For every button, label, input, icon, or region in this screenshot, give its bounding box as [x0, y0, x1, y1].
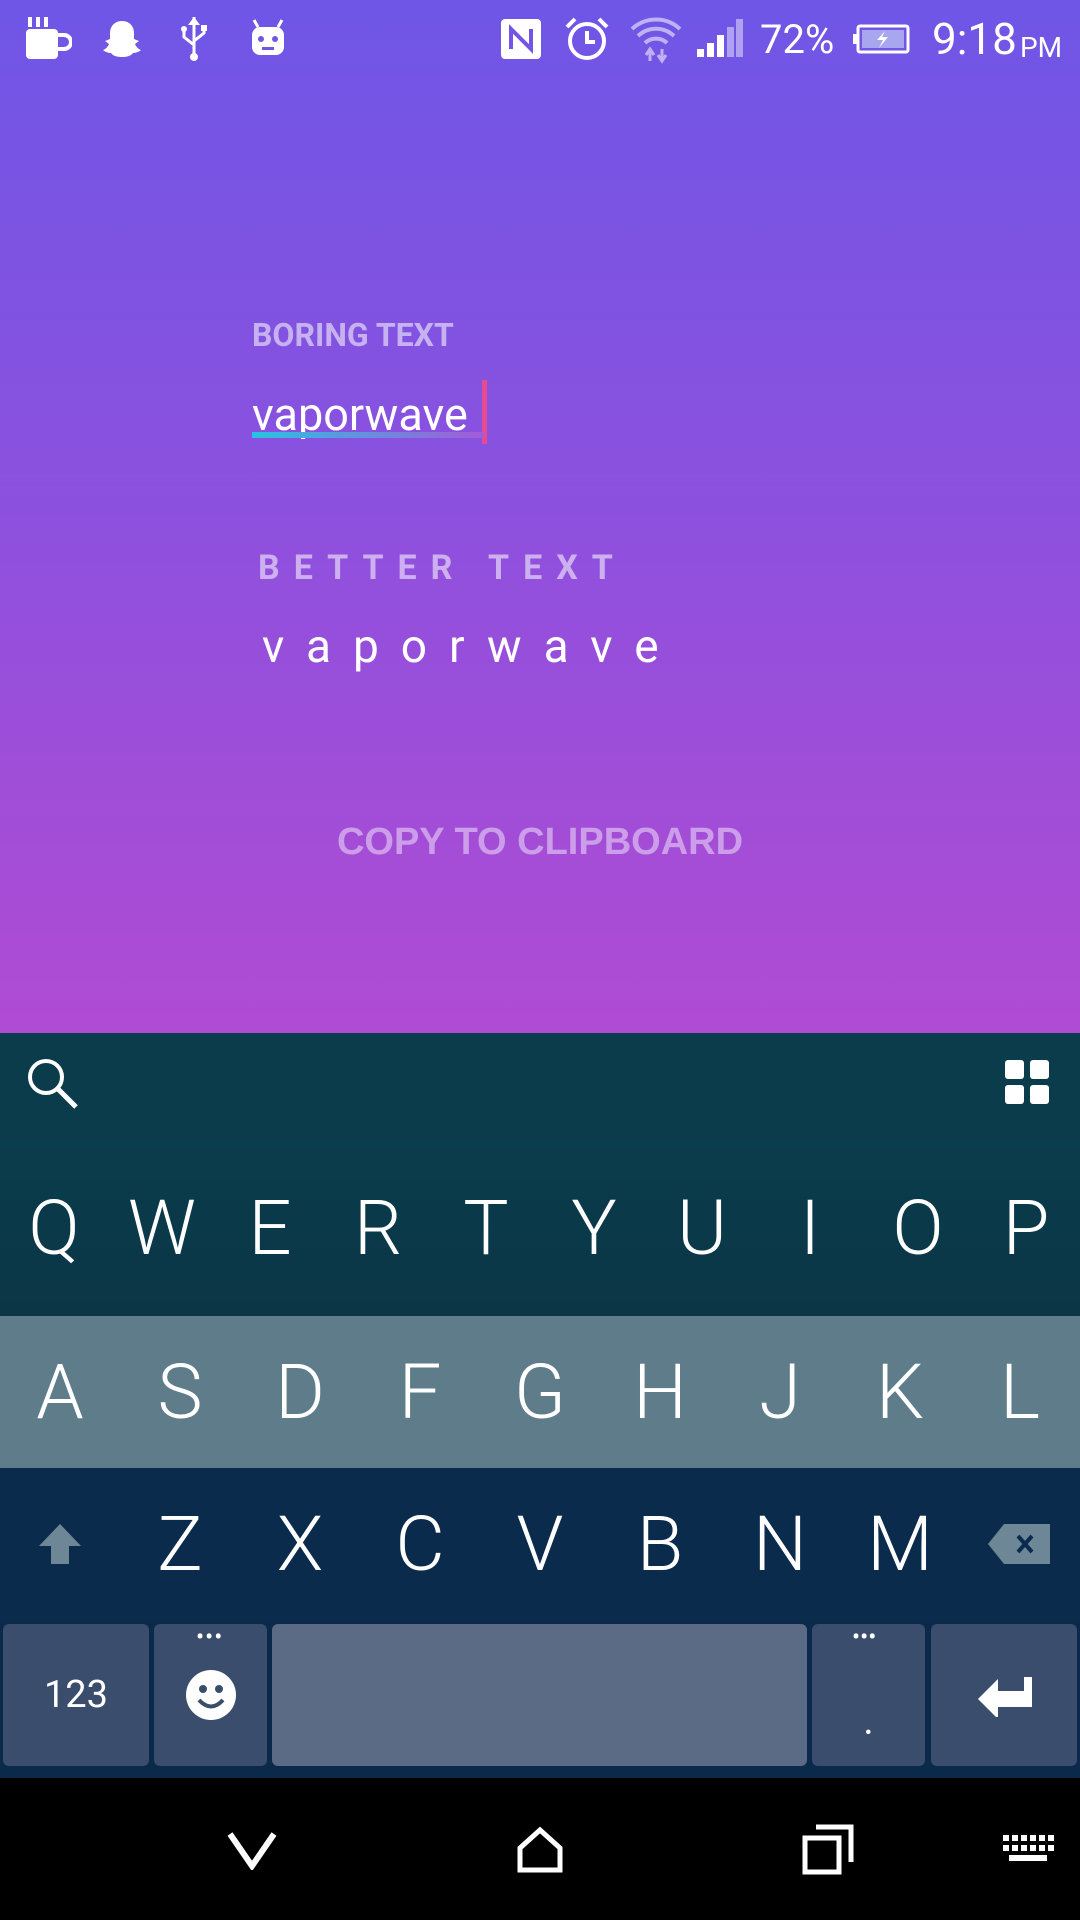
app-screen: 72% 9:18 PM BORING TEXT vaporwave BETTER…	[0, 0, 1080, 1033]
chevron-down-icon	[227, 1832, 277, 1870]
soft-keyboard: Q W E R T Y U I O P A S D F G H J K L Z …	[0, 1033, 1080, 1778]
keyboard-row-qwerty: Q W E R T Y U I O P	[0, 1139, 1080, 1316]
navigation-bar	[0, 1778, 1080, 1920]
enter-arrow-icon	[978, 1677, 1032, 1717]
smiley-icon	[185, 1670, 236, 1720]
backspace-key[interactable]	[960, 1468, 1080, 1620]
key-o[interactable]: O	[864, 1139, 972, 1316]
clock-ampm: PM	[1020, 30, 1063, 64]
key-f[interactable]: F	[360, 1316, 480, 1468]
keyboard-row-bottom: 123 ••• ••• .	[0, 1620, 1080, 1778]
nfc-icon	[498, 14, 544, 64]
backspace-icon	[988, 1524, 1050, 1564]
key-d[interactable]: D	[240, 1316, 360, 1468]
home-icon	[517, 1826, 563, 1873]
copy-to-clipboard-button[interactable]: COPY TO CLIPBOARD	[0, 820, 1080, 865]
clock-time: 9:18	[932, 13, 1017, 65]
keyboard-row-asdf: A S D F G H J K L	[0, 1316, 1080, 1468]
hide-keyboard-button[interactable]	[202, 1800, 302, 1900]
enter-key[interactable]	[931, 1624, 1077, 1766]
home-button[interactable]	[490, 1800, 590, 1900]
key-u[interactable]: U	[648, 1139, 756, 1316]
android-robot-icon	[246, 14, 290, 64]
better-text-label: BETTER TEXT	[258, 548, 627, 588]
key-a[interactable]: A	[0, 1316, 120, 1468]
key-l[interactable]: L	[960, 1316, 1080, 1468]
apps-grid-icon[interactable]	[1002, 1057, 1052, 1107]
key-v[interactable]: V	[480, 1468, 600, 1620]
coffee-cup-icon	[22, 14, 74, 64]
emoji-key[interactable]: •••	[154, 1624, 267, 1766]
keyboard-switch-button[interactable]	[978, 1800, 1078, 1900]
key-m[interactable]: M	[840, 1468, 960, 1620]
keyboard-icon	[1003, 1835, 1054, 1861]
alarm-clock-icon	[562, 14, 612, 64]
key-g[interactable]: G	[480, 1316, 600, 1468]
spacebar-key[interactable]	[272, 1624, 807, 1766]
shift-key[interactable]	[0, 1468, 120, 1620]
key-k[interactable]: K	[840, 1316, 960, 1468]
key-s[interactable]: S	[120, 1316, 240, 1468]
signal-icon	[694, 14, 744, 64]
key-i[interactable]: I	[756, 1139, 864, 1316]
period-label: .	[863, 1697, 874, 1744]
recent-apps-button[interactable]	[778, 1800, 878, 1900]
key-h[interactable]: H	[600, 1316, 720, 1468]
usb-icon	[174, 14, 214, 64]
key-p[interactable]: P	[972, 1139, 1080, 1316]
key-b[interactable]: B	[600, 1468, 720, 1620]
more-dots-icon: •••	[852, 1623, 877, 1651]
key-t[interactable]: T	[432, 1139, 540, 1316]
key-j[interactable]: J	[720, 1316, 840, 1468]
period-key[interactable]: ••• .	[812, 1624, 925, 1766]
key-y[interactable]: Y	[540, 1139, 648, 1316]
key-w[interactable]: W	[108, 1139, 216, 1316]
boring-text-input[interactable]: vaporwave	[252, 380, 552, 450]
key-c[interactable]: C	[360, 1468, 480, 1620]
more-dots-icon: •••	[196, 1623, 224, 1651]
key-n[interactable]: N	[720, 1468, 840, 1620]
input-underline	[252, 432, 484, 438]
status-bar: 72% 9:18 PM	[0, 0, 1080, 78]
key-x[interactable]: X	[240, 1468, 360, 1620]
key-q[interactable]: Q	[0, 1139, 108, 1316]
key-e[interactable]: E	[216, 1139, 324, 1316]
snapchat-ghost-icon	[98, 14, 146, 64]
key-z[interactable]: Z	[120, 1468, 240, 1620]
search-icon[interactable]	[22, 1053, 82, 1113]
key-r[interactable]: R	[324, 1139, 432, 1316]
keyboard-row-zxcv: Z X C V B N M	[0, 1468, 1080, 1620]
numbers-key[interactable]: 123	[3, 1624, 149, 1766]
battery-percent: 72%	[760, 15, 835, 63]
better-text-output: vaporwave	[262, 620, 681, 674]
keyboard-toolbar	[0, 1033, 1080, 1139]
recent-apps-icon	[802, 1824, 854, 1875]
shift-arrow-icon	[39, 1524, 81, 1564]
battery-charging-icon	[852, 14, 910, 64]
wifi-icon	[628, 14, 684, 64]
boring-text-label: BORING TEXT	[252, 316, 454, 354]
